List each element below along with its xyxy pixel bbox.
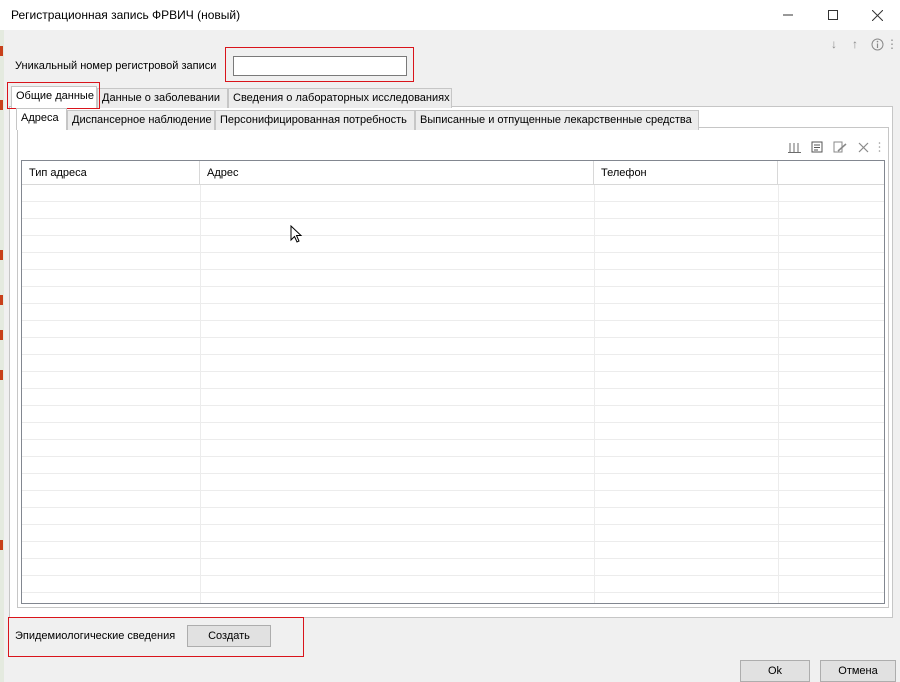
info-icon[interactable] (870, 36, 884, 52)
arrow-down-icon[interactable]: ↓ (828, 36, 840, 52)
table-row[interactable] (22, 355, 884, 372)
tab-disease-data[interactable]: Данные о заболевании (97, 88, 228, 108)
create-button[interactable]: Создать (187, 625, 271, 647)
table-row[interactable] (22, 559, 884, 576)
table-row[interactable] (22, 457, 884, 474)
table-row[interactable] (22, 304, 884, 321)
unique-number-label: Уникальный номер регистровой записи (15, 60, 217, 72)
table-row[interactable] (22, 542, 884, 559)
dialog-window: Регистрационная запись ФРВИЧ (новый) ↓ ↑… (0, 0, 900, 682)
tab-label: Выписанные и отпущенные лекарственные ср… (420, 114, 692, 126)
edit-pencil-icon (833, 141, 847, 153)
tab-label: Диспансерное наблюдение (72, 114, 212, 126)
tab-lab-research[interactable]: Сведения о лабораторных исследованиях (228, 88, 452, 108)
ok-button[interactable]: Ok (740, 660, 810, 682)
table-row[interactable] (22, 236, 884, 253)
maximize-icon (827, 10, 838, 20)
close-icon (872, 9, 883, 21)
table-row[interactable] (22, 576, 884, 593)
table-row[interactable] (22, 185, 884, 202)
tab-label: Адреса (21, 112, 59, 124)
background-mark (0, 370, 3, 380)
table-row[interactable] (22, 253, 884, 270)
grid-more-icon[interactable] (876, 140, 882, 154)
background-mark (0, 540, 3, 550)
table-row[interactable] (22, 389, 884, 406)
minimize-icon (782, 14, 793, 16)
background-window-strip (0, 0, 4, 682)
tab-label: Данные о заболевании (102, 92, 221, 104)
tab-general-data[interactable]: Общие данные (11, 86, 97, 108)
table-row[interactable] (22, 474, 884, 491)
table-row[interactable] (22, 372, 884, 389)
table-row[interactable] (22, 525, 884, 542)
title-bar: Регистрационная запись ФРВИЧ (новый) (0, 0, 900, 30)
sort-icon[interactable] (787, 140, 803, 154)
table-row[interactable] (22, 202, 884, 219)
column-header-address-type[interactable]: Тип адреса (22, 161, 200, 185)
cancel-button[interactable]: Отмена (820, 660, 896, 682)
table-row[interactable] (22, 321, 884, 338)
details-icon[interactable] (809, 140, 825, 154)
details-doc-icon (811, 141, 823, 153)
table-row[interactable] (22, 491, 884, 508)
close-button[interactable] (855, 0, 900, 30)
grid-header: Тип адреса Адрес Телефон (22, 161, 884, 185)
info-circle-icon (871, 38, 883, 50)
vertical-dots-icon (878, 142, 880, 152)
tab-prescribed-medicines[interactable]: Выписанные и отпущенные лекарственные ср… (415, 110, 699, 130)
background-mark (0, 250, 3, 260)
table-row[interactable] (22, 287, 884, 304)
sort-lines-icon (788, 143, 801, 153)
background-mark (0, 46, 3, 56)
unique-number-input[interactable] (233, 56, 407, 76)
table-row[interactable] (22, 508, 884, 525)
maximize-button[interactable] (810, 0, 855, 30)
delete-x-icon (858, 142, 868, 152)
more-icon[interactable]: ⋮ (886, 36, 898, 52)
table-row[interactable] (22, 406, 884, 423)
edit-icon[interactable] (832, 140, 848, 154)
column-divider (594, 185, 595, 603)
window-title: Регистрационная запись ФРВИЧ (новый) (11, 8, 241, 22)
column-header-phone[interactable]: Телефон (594, 161, 778, 185)
delete-icon[interactable] (855, 140, 871, 154)
minimize-button[interactable] (765, 0, 810, 30)
column-divider (778, 185, 779, 603)
column-header-extra[interactable] (778, 161, 884, 185)
background-mark (0, 330, 3, 340)
column-header-address[interactable]: Адрес (200, 161, 594, 185)
tab-label: Сведения о лабораторных исследованиях (233, 92, 450, 104)
table-row[interactable] (22, 219, 884, 236)
tab-label: Общие данные (16, 90, 94, 102)
tab-addresses[interactable]: Адреса (16, 108, 67, 130)
table-row[interactable] (22, 338, 884, 355)
background-mark (0, 295, 3, 305)
table-row[interactable] (22, 440, 884, 457)
table-row[interactable] (22, 270, 884, 287)
arrow-up-icon[interactable]: ↑ (849, 36, 861, 52)
tab-dispensary-observation[interactable]: Диспансерное наблюдение (67, 110, 215, 130)
addresses-grid[interactable]: Тип адреса Адрес Телефон (21, 160, 885, 604)
epidemiology-label: Эпидемиологические сведения (15, 630, 176, 642)
mouse-cursor-icon (290, 225, 303, 243)
table-row[interactable] (22, 423, 884, 440)
tab-label: Персонифицированная потребность (220, 114, 407, 126)
column-divider (200, 185, 201, 603)
background-mark (0, 100, 3, 110)
tab-personalized-need[interactable]: Персонифицированная потребность (215, 110, 415, 130)
